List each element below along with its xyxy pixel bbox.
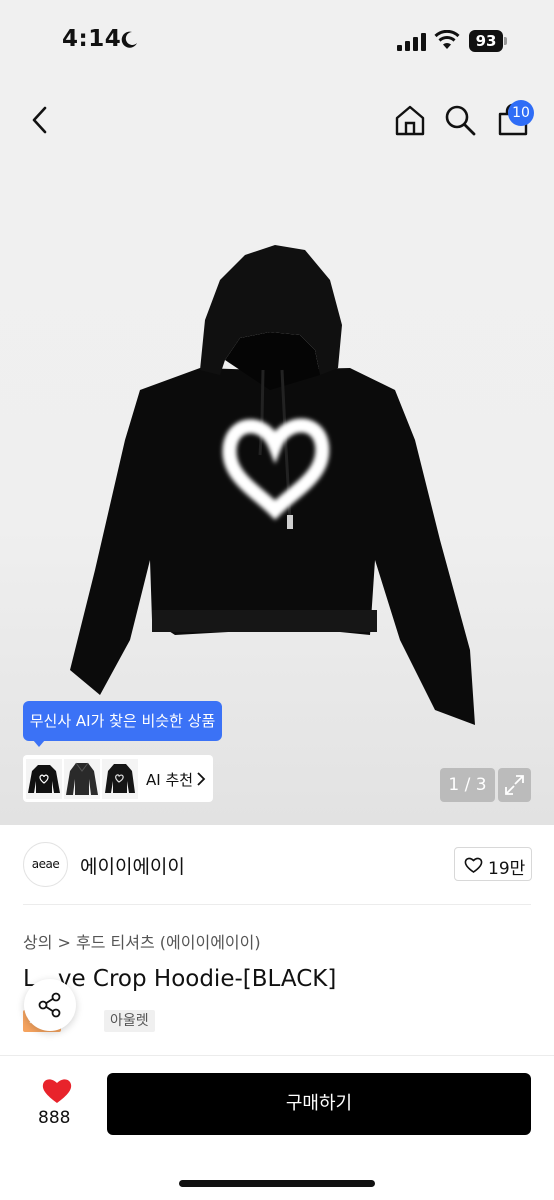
product-photo (70, 245, 475, 725)
buy-button[interactable]: 구매하기 (107, 1073, 531, 1135)
share-icon (38, 992, 61, 1018)
battery-tip (504, 37, 507, 45)
ai-similar-products-tooltip[interactable]: 무신사 AI가 찾은 비슷한 상품 (23, 701, 222, 741)
battery-level: 93 (469, 30, 503, 52)
search-icon[interactable] (444, 104, 476, 136)
like-count: 888 (38, 1108, 71, 1128)
expand-icon (505, 775, 524, 795)
wifi-icon (434, 30, 460, 49)
expand-image-button[interactable] (498, 768, 531, 802)
brand-like-count: 19만 (488, 859, 526, 879)
battery-indicator: 93 (469, 30, 507, 52)
heart-filled-icon[interactable] (41, 1076, 73, 1104)
divider (23, 904, 531, 905)
brand-name[interactable]: 에이이에이이 (80, 852, 185, 879)
home-indicator (179, 1180, 375, 1187)
ai-thumbnail-1[interactable] (26, 759, 62, 799)
share-button[interactable] (24, 979, 76, 1031)
chevron-right-icon (197, 772, 206, 786)
home-icon[interactable] (393, 103, 427, 137)
tooltip-arrow (33, 740, 45, 747)
status-time: 4:14 (62, 26, 122, 52)
title-rest: ve Crop Hoodie-[BLACK] (57, 966, 337, 992)
heart-outline-icon (464, 857, 483, 873)
brand-like-button[interactable]: 19만 (454, 847, 532, 881)
category-breadcrumb[interactable]: 상의 > 후드 티셔츠 (에이이에이이) (23, 929, 261, 953)
image-pager: 1 / 3 (440, 768, 495, 802)
cart-count-badge: 10 (508, 100, 534, 126)
moon-icon (121, 31, 137, 48)
cellular-signal-icon (397, 33, 426, 51)
brand-logo[interactable]: aeae (23, 842, 68, 887)
back-arrow-icon[interactable] (26, 104, 54, 136)
ai-thumbnail-2[interactable] (64, 759, 100, 799)
ai-recommend-label: AI 추천 (146, 771, 194, 789)
status-bar: 4:14 93 (0, 0, 554, 84)
outlet-tag: 아울렛 (104, 1010, 155, 1032)
ai-thumbnail-3[interactable] (102, 759, 138, 799)
